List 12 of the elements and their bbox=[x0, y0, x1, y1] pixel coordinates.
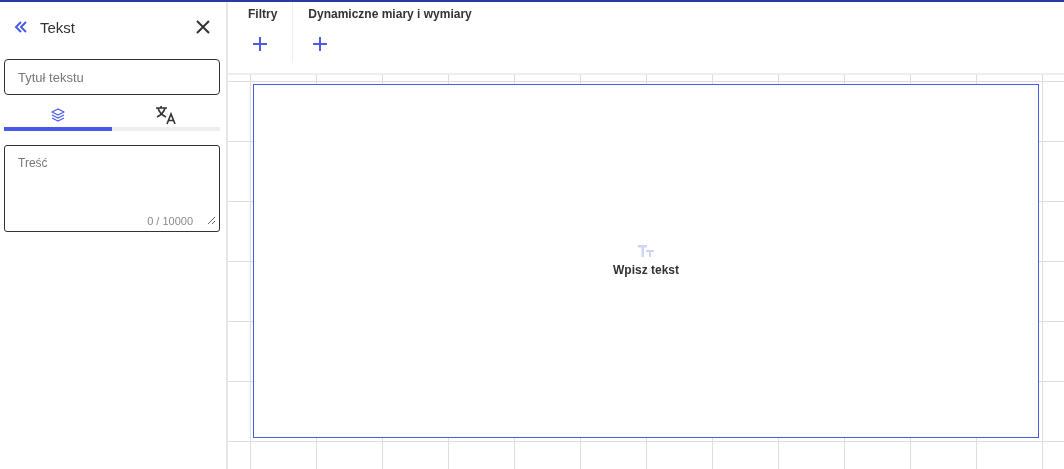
back-icon[interactable] bbox=[14, 21, 28, 33]
translate-icon bbox=[155, 105, 177, 125]
text-icon bbox=[638, 245, 654, 257]
title-field[interactable]: Tytuł tekstu bbox=[4, 59, 220, 95]
close-icon[interactable] bbox=[196, 20, 210, 34]
panel-title: Tekst bbox=[40, 18, 76, 36]
section-label: Filtry bbox=[248, 7, 278, 21]
text-widget[interactable]: Wpisz tekst bbox=[253, 84, 1039, 438]
layers-icon bbox=[50, 107, 66, 123]
widget-label: Wpisz tekst bbox=[613, 263, 679, 277]
character-counter: 0 / 10000 bbox=[147, 215, 193, 227]
section-label: Dynamiczne miary i wymiary bbox=[308, 7, 472, 21]
